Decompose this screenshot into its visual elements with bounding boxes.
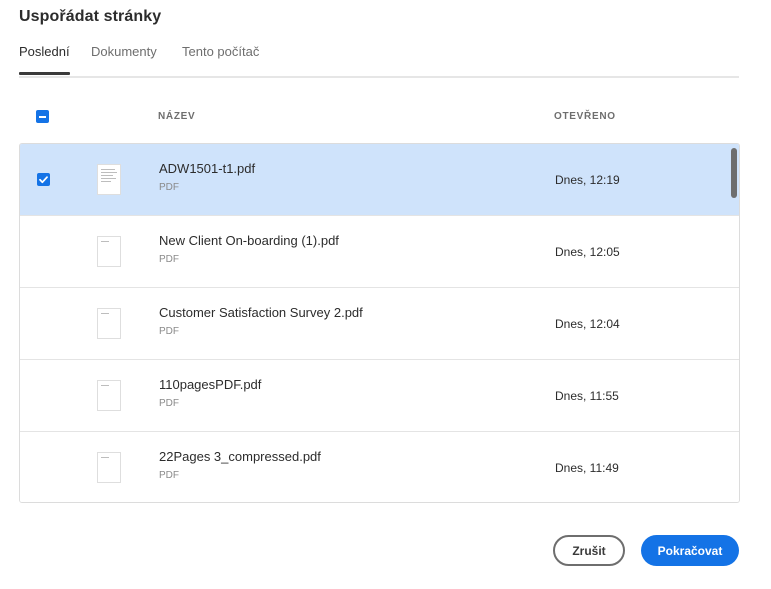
file-name: ADW1501-t1.pdf: [159, 161, 256, 176]
file-type: PDF: [159, 182, 179, 193]
file-type: PDF: [159, 326, 179, 337]
column-header-name[interactable]: NÁZEV: [158, 111, 195, 122]
table-row[interactable]: Customer Satisfaction Survey 2.pdf PDF D…: [20, 288, 739, 360]
file-name: 110pagesPDF.pdf: [159, 377, 262, 392]
tab-documents[interactable]: Dokumenty: [91, 44, 157, 59]
file-list: ADW1501-t1.pdf PDF Dnes, 12:19 New Clien…: [19, 143, 740, 503]
table-row[interactable]: 22Pages 3_compressed.pdf PDF Dnes, 11:49: [20, 432, 739, 502]
tab-recent[interactable]: Poslední: [19, 44, 70, 75]
file-opened-time: Dnes, 11:55: [555, 389, 619, 403]
file-opened-time: Dnes, 12:05: [555, 245, 620, 259]
pdf-thumbnail-icon: [97, 380, 121, 411]
file-opened-time: Dnes, 12:04: [555, 317, 620, 331]
pdf-thumbnail-icon: [97, 452, 121, 483]
file-name: 22Pages 3_compressed.pdf: [159, 449, 321, 464]
file-name: New Client On-boarding (1).pdf: [159, 233, 339, 248]
source-tabs: Poslední Dokumenty Tento počítač: [19, 44, 739, 78]
checkmark-icon: [39, 176, 48, 184]
pdf-thumbnail-icon: [97, 308, 121, 339]
column-header-opened[interactable]: OTEVŘENO: [554, 111, 616, 122]
file-type: PDF: [159, 470, 179, 481]
tab-this-computer[interactable]: Tento počítač: [182, 44, 259, 59]
table-row[interactable]: New Client On-boarding (1).pdf PDF Dnes,…: [20, 216, 739, 288]
file-type: PDF: [159, 398, 179, 409]
pdf-thumbnail-icon: [97, 164, 121, 195]
table-row[interactable]: 110pagesPDF.pdf PDF Dnes, 11:55: [20, 360, 739, 432]
file-opened-time: Dnes, 11:49: [555, 461, 619, 475]
file-type: PDF: [159, 254, 179, 265]
select-all-checkbox[interactable]: [36, 110, 49, 123]
organize-pages-dialog: Uspořádat stránky Poslední Dokumenty Ten…: [0, 0, 771, 589]
cancel-button[interactable]: Zrušit: [553, 535, 625, 566]
dialog-title: Uspořádat stránky: [19, 8, 162, 25]
file-opened-time: Dnes, 12:19: [555, 173, 620, 187]
table-row[interactable]: ADW1501-t1.pdf PDF Dnes, 12:19: [20, 144, 739, 216]
file-name: Customer Satisfaction Survey 2.pdf: [159, 305, 363, 320]
row-checkbox[interactable]: [37, 173, 50, 186]
list-scrollbar[interactable]: [731, 148, 737, 198]
table-header: NÁZEV OTEVŘENO: [19, 100, 739, 134]
pdf-thumbnail-icon: [97, 236, 121, 267]
continue-button[interactable]: Pokračovat: [641, 535, 739, 566]
